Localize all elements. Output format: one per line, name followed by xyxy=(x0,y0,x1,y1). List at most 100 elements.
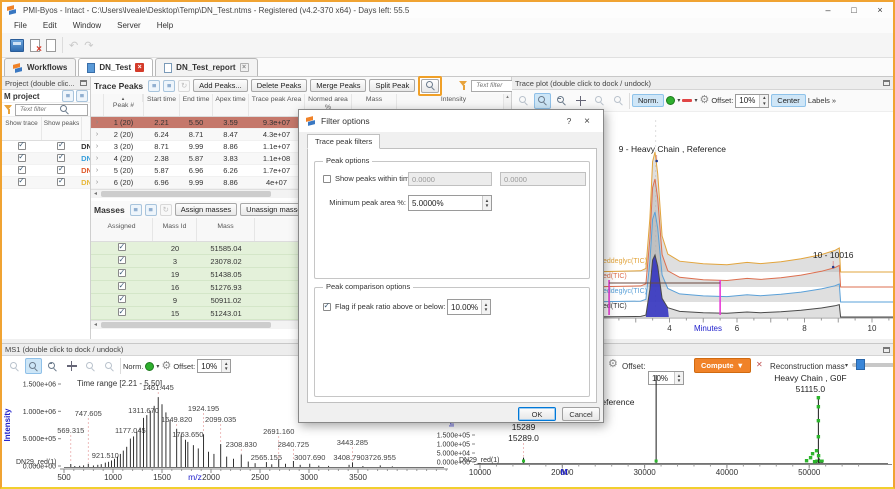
assigned-checkbox[interactable] xyxy=(118,269,126,277)
clear-icon[interactable]: ✕ xyxy=(756,360,763,369)
zoom-out-icon[interactable] xyxy=(515,93,532,109)
dialog-title-bar[interactable]: Filter options ? × xyxy=(299,110,603,132)
list-item[interactable]: DN xyxy=(2,177,90,189)
column-show-peaks[interactable]: Show peaks xyxy=(42,117,82,140)
close-tab-icon[interactable]: × xyxy=(135,63,144,72)
show-trace-checkbox[interactable] xyxy=(18,178,26,186)
column-header[interactable]: Assigned xyxy=(91,218,153,241)
min-area-stepper[interactable]: 5.0000% ▲▼ xyxy=(408,195,492,211)
line-style-icon[interactable] xyxy=(682,99,692,102)
column-header[interactable]: Trace peak Area xyxy=(249,94,305,116)
time-to-field[interactable]: 0.0000 xyxy=(500,172,586,186)
float-panel-icon[interactable] xyxy=(883,347,890,353)
zoom-mode-icon[interactable] xyxy=(25,358,42,374)
time-from-field[interactable]: 0.0000 xyxy=(408,172,492,186)
close-tab-icon[interactable]: × xyxy=(240,63,249,72)
assigned-checkbox[interactable] xyxy=(118,243,126,251)
stepper-arrows-icon[interactable]: ▲▼ xyxy=(759,95,768,107)
trace-peaks-filter-input[interactable] xyxy=(474,81,514,90)
close-file-icon[interactable] xyxy=(30,39,40,52)
chevron-down-icon[interactable]: ▾ xyxy=(845,362,848,369)
assign-masses-button[interactable]: Assign masses xyxy=(175,203,237,216)
cancel-button[interactable]: Cancel xyxy=(562,407,600,421)
stepper-arrows-icon[interactable]: ▲▼ xyxy=(481,300,490,314)
zoom-minus-icon[interactable] xyxy=(553,93,570,109)
zoom-reset-disabled-icon[interactable] xyxy=(610,93,627,109)
assigned-checkbox[interactable] xyxy=(118,256,126,264)
column-header[interactable]: End time xyxy=(180,94,213,116)
show-peaks-checkbox[interactable] xyxy=(57,154,65,162)
list-item[interactable]: DN xyxy=(2,153,90,165)
float-panel-icon[interactable] xyxy=(883,80,890,86)
undo-icon[interactable]: ↶ xyxy=(69,39,78,52)
refresh-icon[interactable]: ↻ xyxy=(160,204,172,216)
show-peaks-checkbox[interactable] xyxy=(57,178,65,186)
refresh-icon[interactable]: ↻ xyxy=(178,80,190,92)
tab-dn-test[interactable]: DN_Test × xyxy=(78,58,153,76)
project-panel-header[interactable]: Project (double clic... xyxy=(2,77,90,90)
zoom-in-disabled-icon[interactable] xyxy=(82,358,99,374)
tab-dn-test-report[interactable]: DN_Test_report × xyxy=(155,58,257,76)
tab-trace-peak-filters[interactable]: Trace peak filters xyxy=(307,134,380,149)
chevron-down-icon[interactable]: ▾ xyxy=(156,363,159,370)
filter-options-button[interactable] xyxy=(421,79,439,93)
zoom-slider[interactable] xyxy=(852,363,894,367)
show-peaks-checkbox[interactable] xyxy=(57,166,65,174)
column-header[interactable]: Start time xyxy=(144,94,180,116)
compute-button[interactable]: Compute▼ xyxy=(694,358,751,373)
stepper-arrows-icon[interactable]: ▲▼ xyxy=(221,360,230,372)
project-search-box[interactable] xyxy=(15,104,88,116)
list-item[interactable]: DN xyxy=(2,165,90,177)
zoom-out-icon[interactable] xyxy=(6,358,23,374)
show-trace-checkbox[interactable] xyxy=(18,166,26,174)
flag-ratio-checkbox[interactable] xyxy=(323,303,331,311)
offset-stepper[interactable]: 10% ▲▼ xyxy=(735,94,769,108)
show-peaks-checkbox[interactable] xyxy=(57,142,65,150)
maximize-button[interactable]: □ xyxy=(841,2,867,18)
tab-workflows[interactable]: Workflows xyxy=(4,58,76,76)
assigned-checkbox[interactable] xyxy=(118,282,126,290)
trace-color-icon[interactable] xyxy=(666,96,675,105)
float-panel-icon[interactable] xyxy=(80,80,87,86)
chevron-down-icon[interactable]: ▾ xyxy=(677,97,680,104)
help-button[interactable]: ? xyxy=(560,116,578,126)
norm-button[interactable]: Norm. xyxy=(632,94,664,107)
assigned-checkbox[interactable] xyxy=(118,295,126,303)
column-header[interactable]: Mass xyxy=(197,218,255,241)
column-show-trace[interactable]: Show trace xyxy=(2,117,42,140)
toolbar-overflow-icon[interactable]: » xyxy=(832,96,836,105)
sort-descending-icon[interactable]: ≡ xyxy=(148,80,160,92)
column-header[interactable]: Mass Id xyxy=(153,218,197,241)
zoom-mode-icon[interactable] xyxy=(534,93,551,109)
slider-handle[interactable] xyxy=(856,359,865,370)
column-header[interactable]: ▴Peak # xyxy=(104,94,144,116)
menu-server[interactable]: Server xyxy=(109,21,149,30)
open-project-icon[interactable] xyxy=(10,39,24,52)
gear-icon[interactable]: ⚙ xyxy=(161,361,171,372)
close-button[interactable]: × xyxy=(867,2,893,18)
norm-button[interactable]: Norm. xyxy=(123,362,143,371)
column-header[interactable]: Apex time xyxy=(213,94,249,116)
labels-button[interactable]: Labels xyxy=(808,96,830,105)
ok-button[interactable]: OK xyxy=(518,407,556,421)
pan-icon[interactable] xyxy=(63,358,80,374)
scrollbar-thumb[interactable] xyxy=(101,322,271,328)
sort-descending-icon[interactable]: ≡ xyxy=(130,204,142,216)
redo-icon[interactable]: ↷ xyxy=(84,39,93,52)
merge-peaks-button[interactable]: Merge Peaks xyxy=(310,79,366,92)
list-item[interactable]: DN xyxy=(2,141,90,153)
trace-plot-header[interactable]: Trace plot (double click to dock / undoc… xyxy=(512,77,893,90)
show-trace-checkbox[interactable] xyxy=(18,154,26,162)
sort-ascending-icon[interactable]: ≡ xyxy=(76,90,88,102)
offset-stepper[interactable]: 10% ▲▼ xyxy=(197,359,231,373)
stepper-arrows-icon[interactable]: ▲▼ xyxy=(482,196,491,210)
minimize-button[interactable]: – xyxy=(815,2,841,18)
show-trace-checkbox[interactable] xyxy=(18,142,26,150)
zoom-reset-disabled-icon[interactable] xyxy=(101,358,118,374)
sort-ascending-icon[interactable]: ≡ xyxy=(163,80,175,92)
scroll-left-icon[interactable]: ◂ xyxy=(91,321,100,329)
new-document-icon[interactable] xyxy=(46,39,56,52)
title-bar[interactable]: PMI-Byos - Intact - C:\Users\lveale\Desk… xyxy=(2,2,893,18)
menu-help[interactable]: Help xyxy=(149,21,181,30)
flag-ratio-stepper[interactable]: 10.00% ▲▼ xyxy=(447,299,491,315)
